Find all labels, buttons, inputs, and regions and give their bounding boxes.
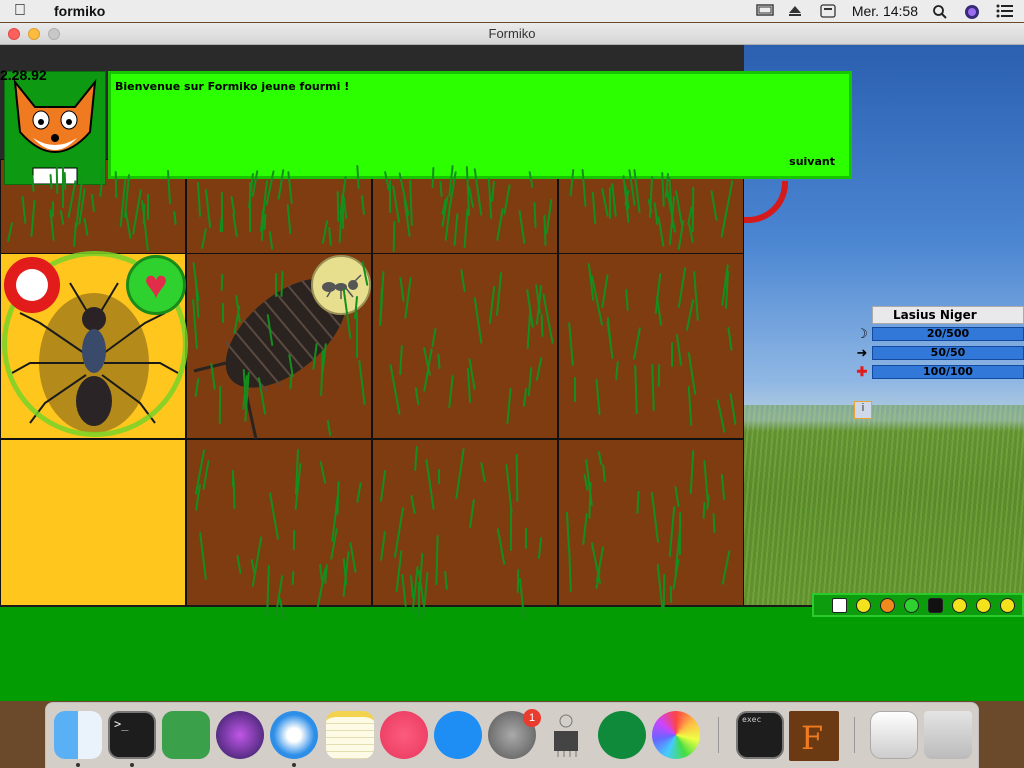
finder-icon[interactable]	[54, 711, 102, 759]
grid-icon[interactable]	[832, 597, 847, 613]
stop-icon[interactable]	[4, 257, 60, 313]
species-name: Lasius Niger	[893, 308, 977, 322]
grass-blade	[218, 386, 222, 425]
grass-blade	[431, 166, 435, 189]
trash-icon[interactable]	[924, 711, 972, 759]
food-icon: ☽	[856, 326, 868, 341]
formiko-icon[interactable]: F	[789, 711, 839, 761]
stat-action-bar: 50/50	[872, 346, 1024, 360]
dialog-message: Bienvenue sur Formiko jeune fourmi !	[115, 80, 350, 93]
stat-health-bar: 100/100	[872, 365, 1024, 379]
menubar-clock[interactable]: Mer. 14:58	[852, 3, 918, 19]
atom-icon[interactable]	[162, 711, 210, 759]
grass-blade	[274, 273, 277, 297]
running-indicator	[76, 763, 80, 767]
keyboard-icon[interactable]	[820, 4, 838, 18]
board-cell[interactable]	[558, 253, 744, 439]
dock-separator	[718, 717, 719, 753]
green-circle-icon[interactable]	[904, 597, 919, 613]
arrow-icon: ➜	[856, 345, 868, 360]
svg-text:F: F	[801, 719, 823, 757]
grass-blade	[669, 585, 672, 603]
info-button[interactable]: i	[854, 401, 872, 419]
notes-icon[interactable]	[326, 711, 374, 759]
species-stats-panel: Lasius Niger ☽ 20/500 ➜ 50/50 ✚ 100/100	[856, 306, 1024, 381]
safari-icon[interactable]	[270, 711, 318, 759]
grass-blade	[392, 220, 396, 252]
notification-center-icon[interactable]	[996, 4, 1014, 18]
formiko-window: Formiko ♥ 2.28.92 Bienvenue sur Formiko …	[0, 23, 1024, 701]
grass-blade	[146, 193, 149, 220]
running-indicator	[292, 763, 296, 767]
eject-icon[interactable]	[788, 4, 806, 18]
siri-dock-icon[interactable]	[216, 711, 264, 759]
stat-food: ☽ 20/500	[856, 325, 1024, 343]
grass-blade	[608, 187, 611, 220]
game-canvas[interactable]: ♥ 2.28.92 Bienvenue sur Formiko jeune fo…	[0, 45, 1024, 701]
health-icon: ✚	[856, 364, 868, 379]
dialog-box: Bienvenue sur Formiko jeune fourmi ! sui…	[108, 71, 852, 179]
grass-field	[744, 405, 1024, 605]
record-icon[interactable]	[880, 597, 895, 613]
notification-badge: 1	[523, 709, 541, 727]
running-indicator	[130, 763, 134, 767]
photos-icon[interactable]	[652, 711, 700, 759]
apple-icon[interactable]: 	[14, 2, 44, 20]
stat-food-bar: 20/500	[872, 327, 1024, 341]
stop-square-icon[interactable]	[928, 597, 943, 613]
w-icon[interactable]	[1000, 597, 1015, 613]
dock-separator	[854, 717, 855, 753]
version-label: 2.28.92	[0, 67, 47, 83]
window-titlebar[interactable]: Formiko	[0, 23, 1024, 45]
exec-icon[interactable]: exec	[736, 711, 784, 759]
yellow-circle-icon[interactable]	[952, 597, 967, 613]
app-menu-name[interactable]: formiko	[54, 3, 105, 19]
pause-icon[interactable]	[856, 597, 871, 613]
app-store-icon[interactable]	[434, 711, 482, 759]
grass-blade	[540, 314, 544, 338]
action-toolbar	[812, 593, 1024, 617]
grass-blade	[573, 376, 576, 402]
menu-bar:  formiko Mer. 14:58	[0, 0, 1024, 22]
grass-blade	[231, 469, 234, 487]
exec-label: exec	[742, 715, 762, 724]
grass-blade	[388, 180, 391, 214]
grass-blade	[437, 468, 440, 484]
grass-blade	[356, 312, 359, 359]
airplay-icon[interactable]	[756, 4, 774, 18]
chip-icon[interactable]	[542, 711, 590, 759]
terminal-icon[interactable]: >_	[108, 711, 156, 759]
menu-extras: Mer. 14:58	[756, 0, 1014, 22]
grass-blade	[509, 510, 513, 551]
grass-blade	[249, 181, 252, 232]
board-cell-highlight[interactable]	[0, 439, 186, 625]
stat-action: ➜ 50/50	[857, 344, 1024, 362]
species-title[interactable]: Lasius Niger	[872, 306, 1024, 324]
dock: >_ 1 exec F	[45, 702, 979, 768]
exclamation-icon[interactable]	[976, 597, 991, 613]
window-title: Formiko	[488, 26, 536, 41]
logic-gate-icon[interactable]	[598, 711, 646, 759]
search-icon[interactable]	[932, 4, 950, 19]
bottom-panel	[0, 605, 1024, 701]
siri-icon[interactable]	[964, 4, 982, 19]
next-button[interactable]: suivant	[789, 155, 835, 168]
grass-blade	[292, 530, 296, 550]
grass-blade	[336, 190, 339, 222]
heart-icon[interactable]: ♥	[126, 255, 186, 315]
stat-health: ✚ 100/100	[857, 363, 1024, 381]
downloads-icon[interactable]	[870, 711, 918, 759]
grass-blade	[702, 501, 706, 519]
music-icon[interactable]	[380, 711, 428, 759]
